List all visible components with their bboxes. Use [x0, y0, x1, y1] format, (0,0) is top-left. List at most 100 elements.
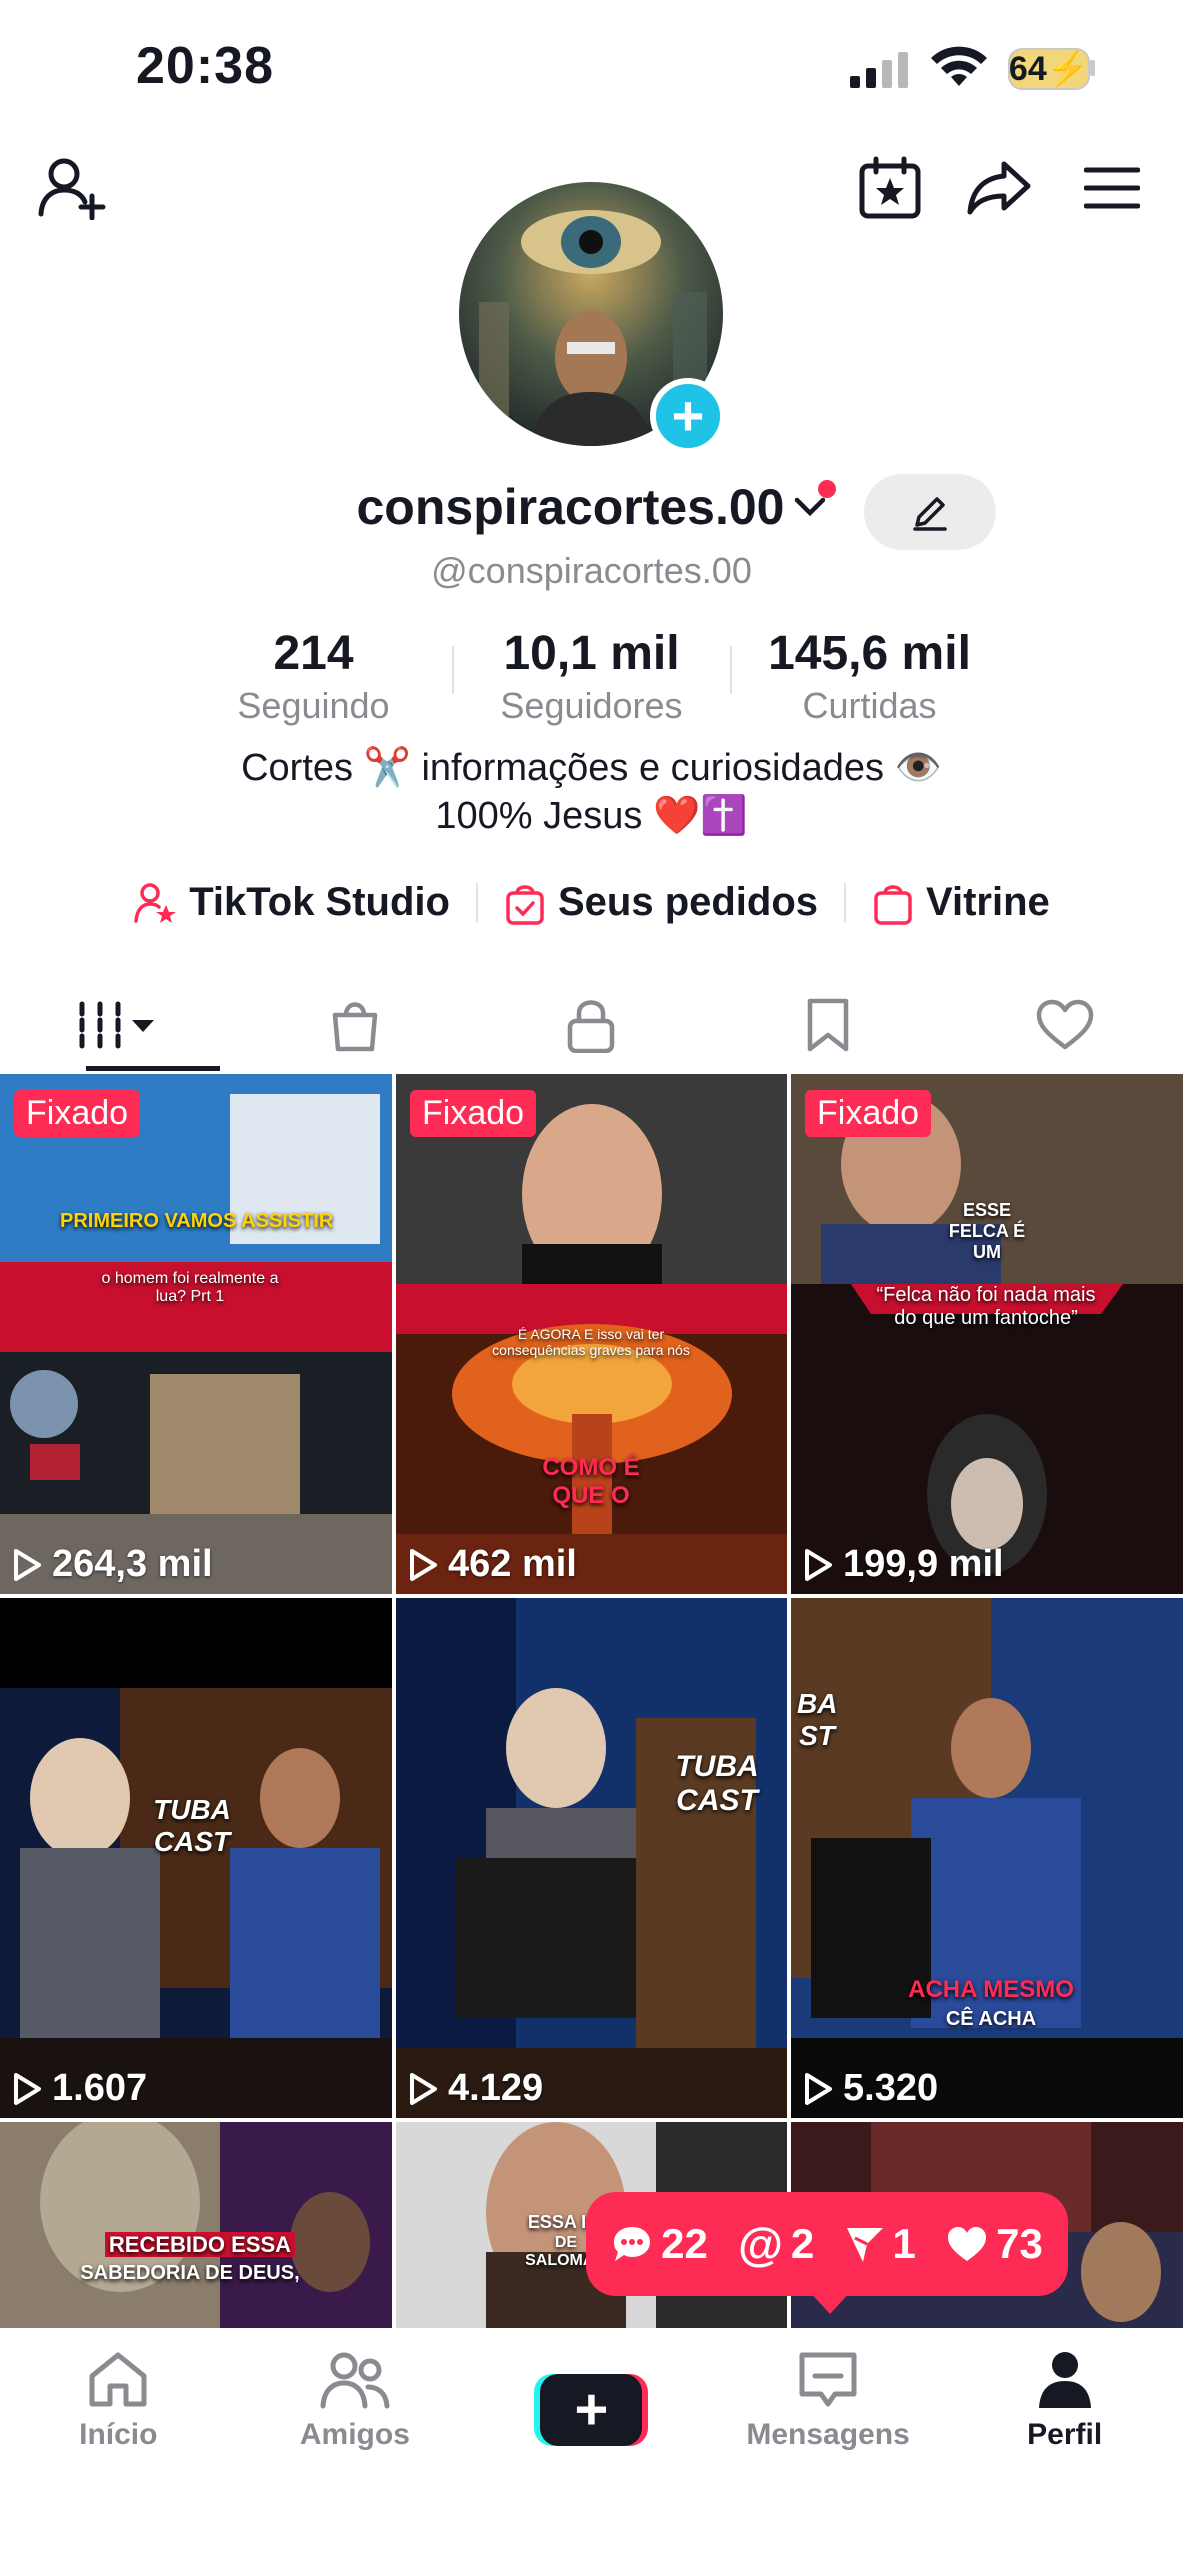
stat-value: 214: [273, 627, 354, 680]
notification-dot: [818, 480, 836, 498]
play-icon: [805, 2072, 832, 2105]
send-icon: [846, 2228, 883, 2262]
chevron-down-icon[interactable]: [794, 496, 826, 518]
video-caption: ACHA MESMO: [881, 1976, 1101, 2004]
videos-grid-icon: [76, 1000, 160, 1050]
pencil-icon: [911, 493, 949, 531]
play-icon: [805, 1548, 832, 1581]
tab-shop[interactable]: [237, 980, 474, 1070]
notification-bubble-tail: [808, 2290, 852, 2314]
battery-indicator: 64 ⚡: [1008, 48, 1090, 90]
video-caption: “Felca não foi nada mais do que um fanto…: [876, 1284, 1096, 1329]
friends-icon: [320, 2352, 390, 2409]
view-count: 1.607: [12, 2067, 147, 2110]
video-caption: RECEBIDO ESSA: [100, 2232, 300, 2258]
nav-create[interactable]: +: [473, 2328, 710, 2560]
thumbnail-image: [0, 1598, 392, 2118]
tiktok-studio-link[interactable]: TikTok Studio: [107, 880, 476, 925]
likes-count-text: 73: [996, 2220, 1043, 2267]
stat-value: 10,1 mil: [503, 627, 680, 680]
view-count: 5.320: [803, 2067, 938, 2110]
video-caption: PRIMEIRO VAMOS ASSISTIR: [60, 1210, 334, 1232]
video-thumbnail[interactable]: BA ST ACHA MESMO CÊ ACHA 5.320: [791, 1598, 1183, 2118]
calendar-star-icon[interactable]: [858, 156, 922, 220]
at-icon: @: [738, 2218, 783, 2270]
profile-stats: 214 Seguindo 10,1 mil Seguidores 145,6 m…: [0, 626, 1183, 727]
shop-bag-icon: [329, 997, 381, 1053]
profile-tabs: [0, 980, 1183, 1070]
view-count: 264,3 mil: [12, 1543, 213, 1586]
profile-handle: @conspiracortes.00: [431, 550, 752, 591]
play-icon: [14, 1548, 41, 1581]
add-friend-icon[interactable]: [38, 156, 106, 220]
nav-profile[interactable]: Perfil: [946, 2328, 1183, 2560]
tab-private[interactable]: [473, 980, 710, 1070]
comment-icon: [614, 2227, 651, 2261]
nav-friends[interactable]: Amigos: [237, 2328, 474, 2560]
view-count-text: 462 mil: [448, 1543, 577, 1585]
likes-count: 73: [946, 2220, 1043, 2268]
video-caption: o homem foi realmente a lua? Prt 1: [101, 1270, 279, 1305]
nav-home[interactable]: Início: [0, 2328, 237, 2560]
video-thumbnail[interactable]: TUBA CAST 1.607: [0, 1598, 392, 2118]
username-row[interactable]: conspiracortes.00: [0, 478, 1183, 536]
pinned-badge: Fixado: [410, 1090, 537, 1137]
play-icon: [410, 1548, 437, 1581]
orders-link[interactable]: Seus pedidos: [478, 880, 844, 925]
link-label: Vitrine: [926, 880, 1050, 924]
video-thumbnail[interactable]: É AGORA E isso vai ter consequências gra…: [396, 1074, 787, 1594]
profile-icon: [1038, 2352, 1091, 2408]
edit-profile-button[interactable]: [864, 474, 996, 550]
battery-tip: [1090, 60, 1095, 76]
link-label: Seus pedidos: [557, 880, 819, 924]
view-count-text: 199,9 mil: [843, 1543, 1004, 1585]
heart-filled-icon: [948, 2227, 987, 2261]
video-thumbnail[interactable]: PRIMEIRO VAMOS ASSISTIR o homem foi real…: [0, 1074, 392, 1594]
profile-bio: Cortes ✂️ informações e curiosidades 👁️ …: [0, 744, 1183, 840]
video-caption: TUBA CAST: [675, 1750, 759, 1817]
pinned-badge: Fixado: [805, 1090, 932, 1137]
link-label: TikTok Studio: [189, 880, 450, 924]
play-icon: [410, 2072, 437, 2105]
bio-line: Cortes ✂️ informações e curiosidades 👁️: [241, 747, 942, 789]
video-caption: SABEDORIA DE DEUS,: [80, 2262, 300, 2284]
add-avatar-button[interactable]: +: [650, 378, 726, 454]
shopping-bag-check-icon: [504, 881, 546, 925]
stat-followers[interactable]: 10,1 mil Seguidores: [454, 626, 730, 727]
thumbnail-image: [0, 1074, 392, 1594]
tab-favorites[interactable]: [710, 980, 947, 1070]
stat-label: Curtidas: [802, 685, 937, 726]
video-thumbnail[interactable]: RECEBIDO ESSA SABEDORIA DE DEUS,: [0, 2122, 392, 2328]
video-caption: TUBA CAST: [153, 1794, 231, 1857]
shopping-bag-icon: [872, 881, 914, 925]
video-thumbnail[interactable]: TUBA CAST 4.129: [396, 1598, 787, 2118]
activity-notification-bubble[interactable]: 22 @ 2 1 73: [586, 2192, 1068, 2296]
view-count-text: 5.320: [843, 2067, 939, 2109]
stat-likes[interactable]: 145,6 mil Curtidas: [732, 626, 1008, 727]
nav-label: Amigos: [299, 2418, 410, 2451]
shares-count-text: 1: [892, 2220, 916, 2267]
wifi-icon: [930, 46, 988, 88]
nav-label: Início: [79, 2418, 158, 2451]
person-star-icon: [133, 881, 177, 925]
tab-videos[interactable]: [0, 980, 237, 1070]
bottom-navigation: Início Amigos + Mensagens Perfil: [0, 2328, 1183, 2560]
cellular-signal-icon: [850, 52, 914, 88]
stat-label: Seguindo: [237, 685, 390, 726]
menu-icon[interactable]: [1084, 166, 1140, 210]
comments-count: 22: [611, 2220, 708, 2268]
stat-label: Seguidores: [500, 685, 683, 726]
share-icon[interactable]: [966, 160, 1032, 216]
stat-following[interactable]: 214 Seguindo: [176, 626, 452, 727]
heart-icon: [1036, 999, 1094, 1051]
nav-inbox[interactable]: Mensagens: [710, 2328, 947, 2560]
play-icon: [14, 2072, 41, 2105]
video-thumbnail[interactable]: ESSE FELCA É UM “Felca não foi nada mais…: [791, 1074, 1183, 1594]
stat-value: 145,6 mil: [768, 627, 971, 680]
mentions-count-text: 2: [790, 2220, 815, 2267]
showcase-link[interactable]: Vitrine: [846, 880, 1076, 925]
tab-liked[interactable]: [946, 980, 1183, 1070]
view-count: 4.129: [408, 2067, 543, 2110]
nav-label: Perfil: [1027, 2418, 1103, 2451]
view-count: 199,9 mil: [803, 1543, 1004, 1586]
